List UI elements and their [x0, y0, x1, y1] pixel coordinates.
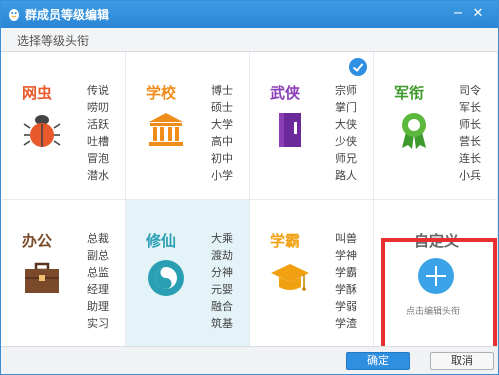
- selected-check-badge: [349, 58, 367, 76]
- rank-label: 大乘: [211, 232, 233, 245]
- rank-label: 唠叨: [87, 101, 109, 114]
- custom-title-card[interactable]: 自定义 点击编辑头衔: [374, 200, 498, 346]
- rank-label: 师兄: [335, 152, 357, 165]
- rank-label: 经理: [87, 283, 109, 296]
- yinyang-icon: [148, 260, 184, 296]
- rank-label: 学弱: [335, 300, 357, 313]
- category-card-military[interactable]: 军衔 司令 军长 师长 营长 连长 小兵: [374, 52, 498, 200]
- category-name: 军衔: [394, 84, 425, 102]
- rank-label: 师长: [459, 118, 481, 131]
- rank-label: 融合: [211, 300, 233, 313]
- rank-label: 学神: [335, 249, 357, 262]
- title-bar[interactable]: 群成员等级编辑 − ✕: [1, 1, 498, 28]
- rank-label: 小兵: [459, 169, 481, 182]
- close-button[interactable]: ✕: [471, 7, 485, 21]
- rank-label: 大侠: [335, 118, 357, 131]
- category-name: 办公: [22, 232, 53, 250]
- custom-title-label: 自定义: [414, 232, 460, 250]
- category-card-wuxia[interactable]: 武侠 宗师 掌门 大侠 少侠 师兄 路人: [250, 52, 374, 200]
- dialog-footer: 确定 取消: [1, 346, 498, 374]
- rank-label: 叫兽: [335, 232, 357, 245]
- rank-label: 连长: [459, 152, 481, 165]
- category-name: 学校: [146, 84, 177, 102]
- rank-label: 高中: [211, 135, 233, 148]
- category-card-office[interactable]: 办公 总裁 副总 总监 经理 助理 实习: [2, 200, 126, 346]
- ok-button[interactable]: 确定: [346, 352, 410, 370]
- rank-label: 分神: [211, 266, 233, 279]
- school-icon: [149, 113, 183, 146]
- category-name: 网虫: [22, 84, 53, 102]
- close-icon: ✕: [472, 6, 484, 21]
- category-card-xiuxian[interactable]: 修仙 大乘 渡劫 分神 元婴 融合 筑基: [126, 200, 250, 346]
- rank-label: 吐槽: [87, 135, 109, 148]
- custom-hint-text: 点击编辑头衔: [406, 307, 461, 317]
- rank-label: 宗师: [335, 84, 357, 97]
- rank-label: 少侠: [335, 135, 357, 148]
- rank-label: 助理: [87, 300, 109, 313]
- rank-label: 总裁: [87, 232, 109, 245]
- rank-label: 传说: [87, 84, 109, 97]
- category-card-school[interactable]: 学校 博士 硕士 大学 高中 初中 小学: [126, 52, 250, 200]
- subheader: 选择等级头衔: [1, 28, 498, 52]
- rank-label: 渡劫: [211, 249, 233, 262]
- category-name: 学霸: [270, 232, 301, 250]
- rank-label: 路人: [335, 169, 357, 182]
- rank-label: 实习: [87, 317, 109, 330]
- bug-icon: [23, 115, 61, 147]
- medal-icon: [402, 113, 426, 149]
- book-icon: [279, 113, 301, 147]
- rank-label: 军长: [459, 101, 481, 114]
- category-name: 武侠: [270, 84, 301, 102]
- rank-label: 博士: [211, 84, 233, 97]
- rank-label: 硕士: [211, 101, 233, 114]
- rank-label: 小学: [211, 169, 233, 182]
- cancel-button[interactable]: 取消: [430, 352, 494, 370]
- rank-label: 冒泡: [87, 152, 109, 165]
- add-custom-title-button[interactable]: [418, 258, 454, 294]
- penguin-logo-icon: [9, 9, 19, 21]
- rank-label: 潜水: [87, 169, 109, 182]
- minimize-button[interactable]: −: [451, 7, 465, 21]
- category-card-wangchong[interactable]: 网虫 传说 唠叨 活跃 吐槽 冒泡 潜水: [2, 52, 126, 200]
- rank-label: 副总: [87, 249, 109, 262]
- title-category-grid: 网虫 传说 唠叨 活跃 吐槽 冒泡 潜水 学校 博士 硕士 大学 高中 初中 小…: [2, 52, 498, 346]
- category-card-xueba[interactable]: 学霸 叫兽 学神 学霸 学酥 学弱 学渣: [250, 200, 374, 346]
- minimize-icon: −: [452, 6, 464, 21]
- rank-label: 掌门: [335, 101, 357, 114]
- rank-label: 筑基: [211, 317, 233, 330]
- briefcase-icon: [25, 262, 59, 293]
- rank-label: 学渣: [335, 317, 357, 330]
- rank-label: 大学: [211, 118, 233, 131]
- rank-label: 学霸: [335, 266, 357, 279]
- rank-label: 学酥: [335, 283, 357, 296]
- rank-label: 营长: [459, 135, 481, 148]
- graduation-cap-icon: [271, 264, 309, 291]
- rank-label: 总监: [87, 266, 109, 279]
- rank-label: 初中: [211, 152, 233, 165]
- level-editor-window: 群成员等级编辑 − ✕ 选择等级头衔 网虫 传说 唠叨 活跃 吐槽 冒泡 潜水 …: [0, 0, 499, 375]
- window-title: 群成员等级编辑: [25, 8, 110, 22]
- subheader-label: 选择等级头衔: [17, 34, 90, 48]
- category-name: 修仙: [146, 232, 177, 250]
- rank-label: 活跃: [87, 118, 109, 131]
- rank-label: 司令: [459, 84, 481, 97]
- rank-label: 元婴: [211, 283, 233, 296]
- checkmark-icon: [352, 63, 364, 72]
